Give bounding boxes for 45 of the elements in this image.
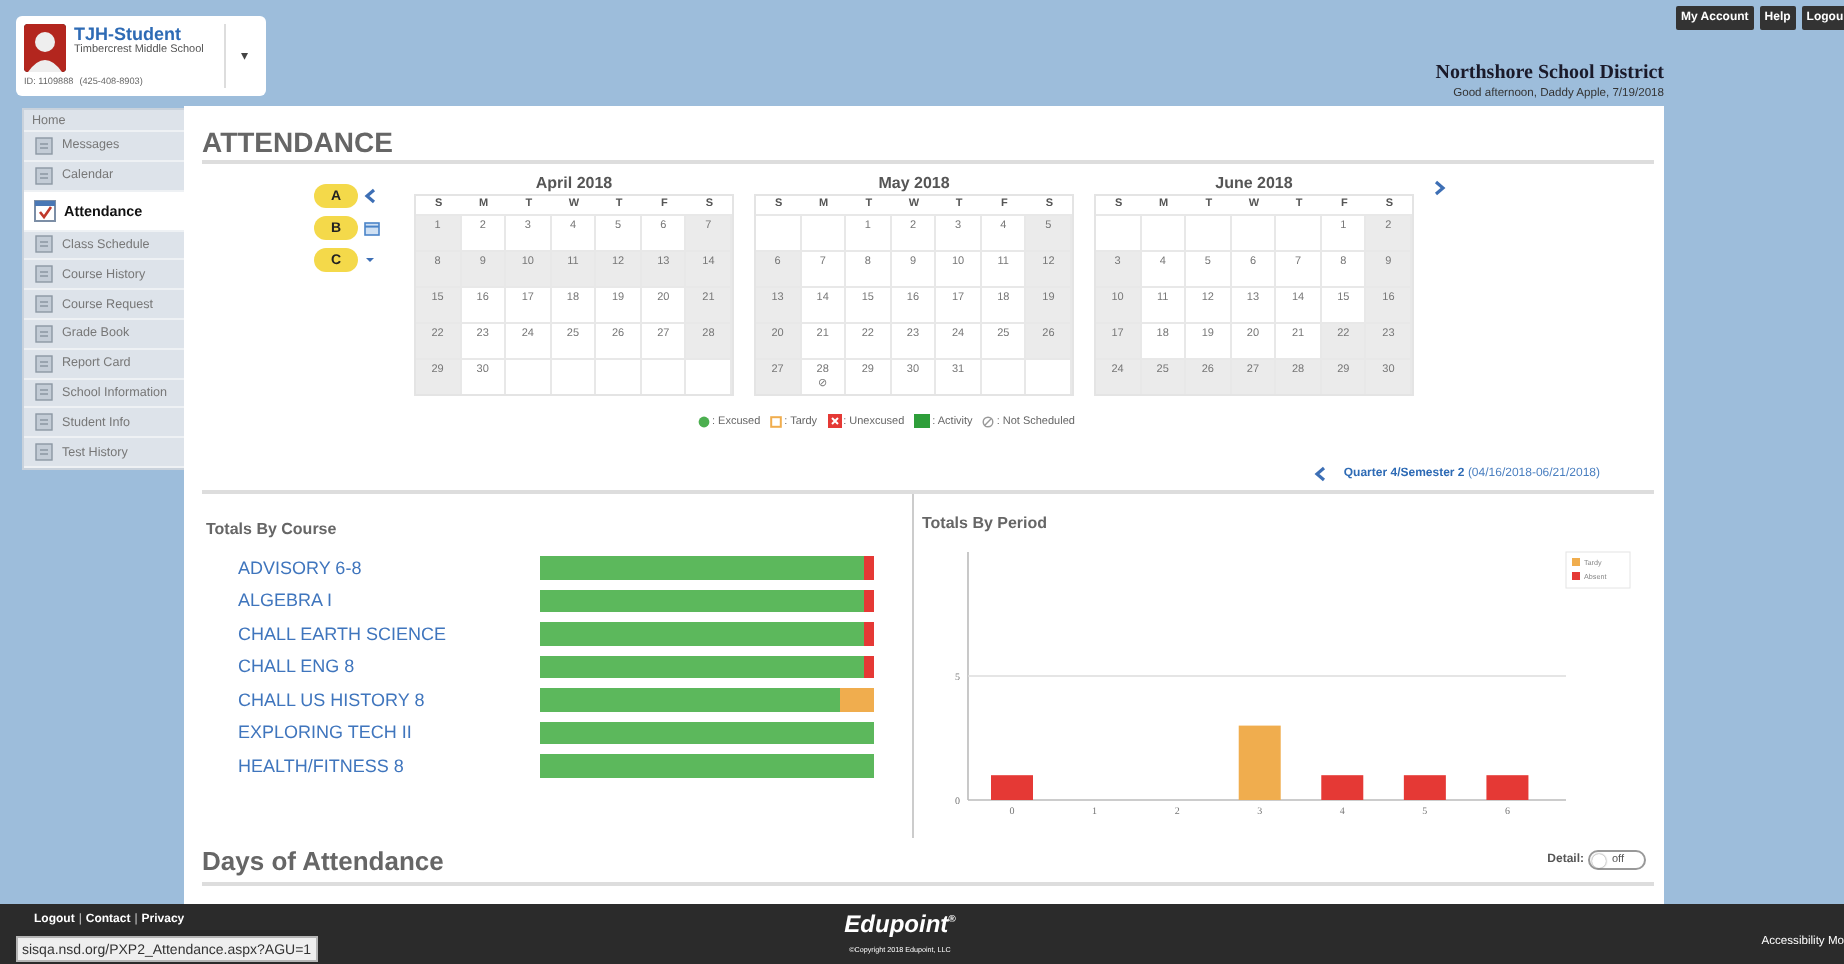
document-icon [34, 165, 54, 186]
document-icon [34, 353, 54, 374]
circle-icon [698, 415, 710, 427]
calendar-icon [364, 221, 380, 235]
chart-legend [1565, 551, 1631, 589]
course-link[interactable]: HEALTH/FITNESS 8 [206, 755, 540, 776]
month-title: May 2018 [876, 174, 952, 194]
chart-bar [991, 775, 1033, 800]
square-icon [914, 414, 931, 428]
document-icon [34, 264, 54, 285]
slash-circle-icon [982, 415, 995, 427]
chevron-right-icon [1434, 180, 1446, 196]
document-icon [34, 442, 54, 463]
course-link[interactable]: CHALL ENG 8 [206, 656, 540, 677]
square-icon [770, 415, 783, 427]
section-title: Totals By Period [922, 514, 1050, 532]
course-link[interactable]: CHALL US HISTORY 8 [206, 689, 540, 710]
document-icon [34, 412, 54, 433]
chevron-left-icon [364, 188, 376, 204]
document-icon [34, 234, 54, 255]
x-square-icon [827, 414, 842, 428]
chart-bar [1403, 775, 1446, 800]
document-icon [34, 323, 54, 344]
avatar-icon [24, 24, 66, 72]
chart-bar [1486, 775, 1529, 800]
section-title: Totals By Course [206, 520, 339, 538]
caret-down-icon [364, 256, 376, 264]
brand-logo: Edupoint$^{®}$ [844, 910, 956, 938]
section-title: Days of Attendance [202, 845, 446, 875]
page-title: ATTENDANCE [202, 126, 1654, 164]
course-link[interactable]: CHALL EARTH SCIENCE [206, 623, 540, 644]
district-name: Northshore School District [1435, 62, 1664, 84]
document-icon [34, 382, 54, 403]
document-icon [34, 135, 54, 156]
course-link[interactable]: ADVISORY 6-8 [206, 557, 540, 578]
chart-bar [1238, 725, 1281, 800]
student-name: TJH-Student [74, 24, 183, 44]
month-title: June 2018 [1213, 174, 1295, 194]
course-link[interactable]: ALGEBRA I [206, 590, 540, 611]
month-title: April 2018 [533, 174, 615, 194]
chevron-left-icon [1313, 466, 1326, 482]
checkmark-icon [34, 199, 56, 222]
course-link[interactable]: EXPLORING TECH II [206, 722, 540, 743]
document-icon [34, 294, 54, 315]
chart-bar [1321, 775, 1364, 800]
